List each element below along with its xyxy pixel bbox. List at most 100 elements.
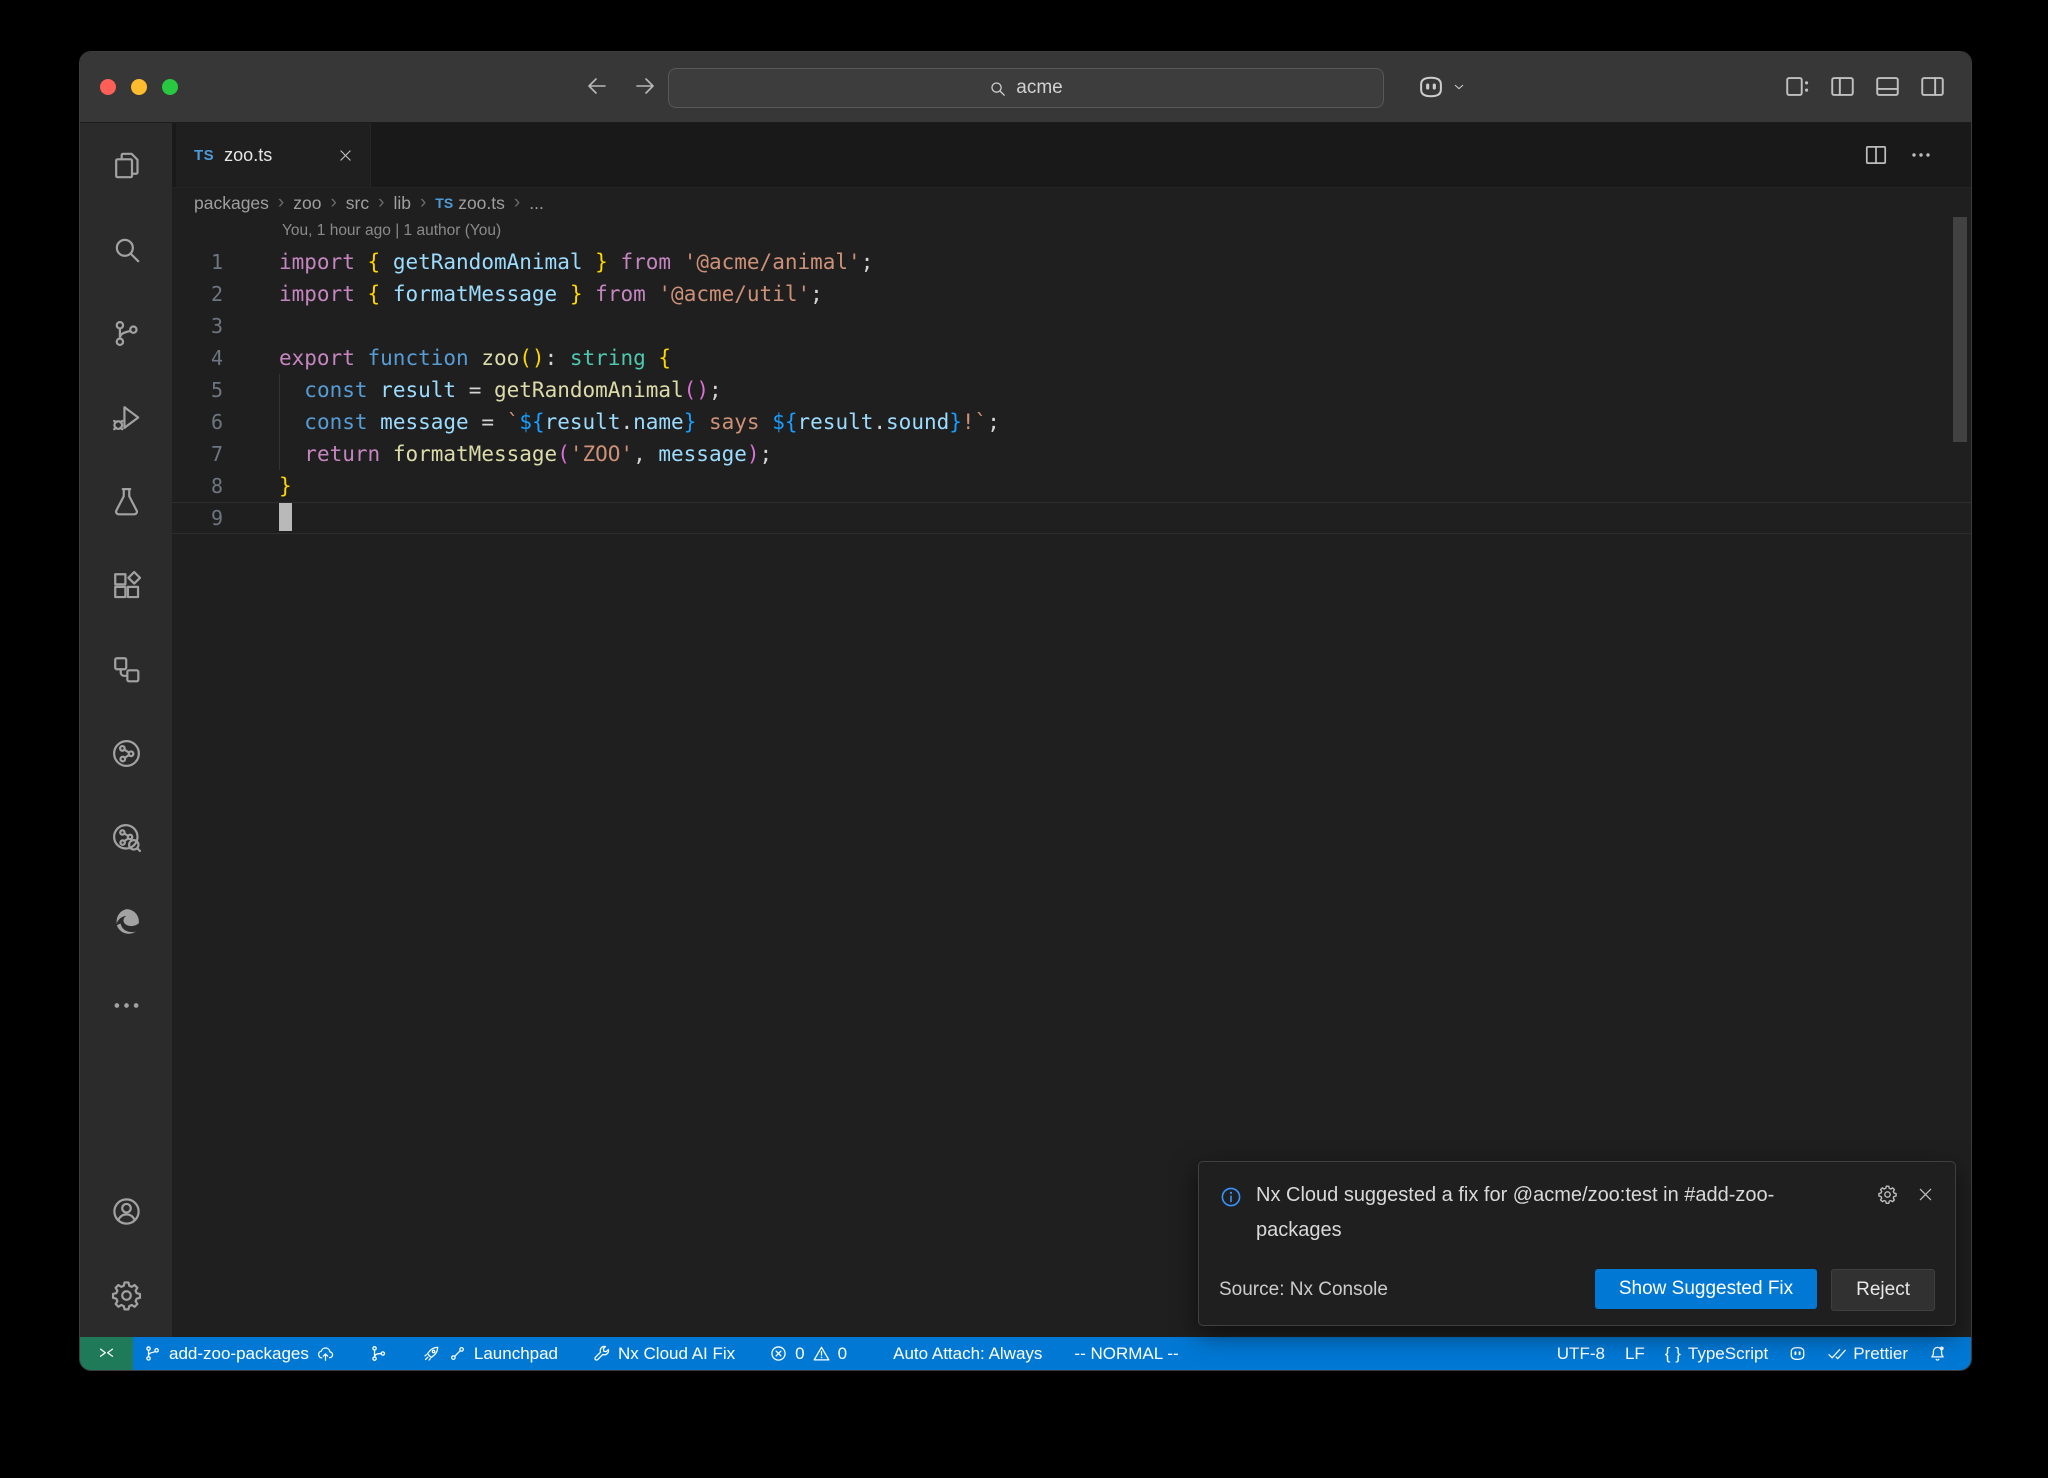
line-number[interactable]: 8 xyxy=(172,470,223,502)
code-line[interactable]: 5 const result = getRandomAnimal(); xyxy=(172,374,1971,406)
double-check-icon xyxy=(1827,1344,1846,1363)
activitybar-item-search[interactable] xyxy=(80,207,172,291)
activitybar-item-additional-views[interactable] xyxy=(80,963,172,1047)
command-center-search[interactable]: acme xyxy=(668,68,1384,108)
editor-scrollbar[interactable] xyxy=(1953,217,1967,442)
status-item-formatter[interactable]: Prettier xyxy=(1817,1337,1918,1370)
code-line[interactable]: 3 xyxy=(172,310,1971,342)
line-number[interactable]: 9 xyxy=(172,502,223,534)
copilot-menu[interactable] xyxy=(1416,72,1467,102)
line-number[interactable]: 3 xyxy=(172,310,223,342)
history-nav xyxy=(585,74,657,98)
line-number[interactable]: 7 xyxy=(172,438,223,470)
code-line[interactable]: 9 xyxy=(172,502,1971,534)
zoom-window-button[interactable] xyxy=(162,79,178,95)
breadcrumb-label: lib xyxy=(393,193,411,214)
notification-close-icon[interactable] xyxy=(1916,1184,1935,1205)
breadcrumb-item[interactable]: TSzoo.ts xyxy=(435,193,505,214)
customize-layout-icon[interactable] xyxy=(1783,72,1812,101)
code-line[interactable]: 2import { formatMessage } from '@acme/ut… xyxy=(172,278,1971,310)
code-text: return formatMessage('ZOO', message); xyxy=(223,438,772,470)
status-item-encoding[interactable]: UTF-8 xyxy=(1547,1337,1615,1370)
copilot-icon xyxy=(1416,72,1446,102)
status-item-vim-mode[interactable]: -- NORMAL -- xyxy=(1064,1337,1188,1370)
activitybar-item-settings[interactable] xyxy=(80,1253,172,1337)
panel-bottom-icon[interactable] xyxy=(1873,72,1902,101)
status-item-language-mode[interactable]: { }TypeScript xyxy=(1655,1337,1778,1370)
status-left-items: add-zoo-packages Launchpad Nx Cloud AI Fix… xyxy=(133,1337,1189,1370)
code-line[interactable]: 1import { getRandomAnimal } from '@acme/… xyxy=(172,246,1971,278)
code-line[interactable]: 4export function zoo(): string { xyxy=(172,342,1971,374)
typescript-file-icon: TS xyxy=(194,147,214,164)
window-controls xyxy=(100,79,178,95)
status-item-eol[interactable]: LF xyxy=(1615,1337,1655,1370)
code-text: import { getRandomAnimal } from '@acme/a… xyxy=(223,246,873,278)
line-number[interactable]: 2 xyxy=(172,278,223,310)
status-item-launchpad[interactable]: Launchpad xyxy=(412,1337,568,1370)
vscode-window: acme TS zoo.ts packages›zoo›src›lib xyxy=(79,51,1972,1371)
minimize-window-button[interactable] xyxy=(131,79,147,95)
line-number[interactable]: 6 xyxy=(172,406,223,438)
status-item-nx-cloud-ai-fix[interactable]: Nx Cloud AI Fix xyxy=(582,1337,745,1370)
notification-source: Source: Nx Console xyxy=(1219,1279,1388,1301)
line-number[interactable]: 1 xyxy=(172,246,223,278)
activitybar-item-testing[interactable] xyxy=(80,459,172,543)
search-icon xyxy=(110,233,143,266)
breadcrumb-item[interactable]: lib xyxy=(393,193,411,214)
activitybar-item-project-view[interactable] xyxy=(80,627,172,711)
activitybar-item-accounts[interactable] xyxy=(80,1169,172,1253)
status-item-label: 0 xyxy=(795,1344,804,1364)
status-item-problems[interactable]: 00 xyxy=(759,1337,857,1370)
extensions-icon xyxy=(110,569,143,602)
rocket-icon xyxy=(422,1344,441,1363)
breadcrumb-item[interactable]: zoo xyxy=(293,193,321,214)
breadcrumb-item[interactable]: src xyxy=(346,193,369,214)
code-line[interactable]: 7 return formatMessage('ZOO', message); xyxy=(172,438,1971,470)
status-item-remote-indicator[interactable] xyxy=(80,1337,133,1370)
code-line[interactable]: 8} xyxy=(172,470,1971,502)
activitybar-item-nx-cloud[interactable] xyxy=(80,795,172,879)
activitybar-item-extensions[interactable] xyxy=(80,543,172,627)
code-line[interactable]: 6 const message = `${result.name} says $… xyxy=(172,406,1971,438)
breadcrumb-item[interactable]: ... xyxy=(529,193,544,214)
line-number[interactable]: 5 xyxy=(172,374,223,406)
editor-actions xyxy=(1863,123,1971,187)
close-window-button[interactable] xyxy=(100,79,116,95)
close-tab-icon[interactable] xyxy=(337,147,354,164)
back-arrow-icon[interactable] xyxy=(585,74,609,98)
edge-icon xyxy=(110,905,143,938)
breadcrumb-item[interactable]: packages xyxy=(194,193,269,214)
status-item-source-control-graph[interactable] xyxy=(359,1337,398,1370)
activitybar-item-source-control[interactable] xyxy=(80,291,172,375)
activitybar-item-run-and-debug[interactable] xyxy=(80,375,172,459)
code-text: const result = getRandomAnimal(); xyxy=(223,374,722,406)
layout-controls xyxy=(1783,72,1947,101)
split-editor-icon[interactable] xyxy=(1863,142,1889,168)
typescript-file-icon: TS xyxy=(435,195,453,211)
activitybar-item-edge-tools[interactable] xyxy=(80,879,172,963)
wrench-icon xyxy=(592,1344,611,1363)
info-icon xyxy=(1219,1178,1243,1209)
status-item-auto-attach[interactable]: Auto Attach: Always xyxy=(883,1337,1052,1370)
code-text: export function zoo(): string { xyxy=(223,342,671,374)
status-item-copilot[interactable] xyxy=(1778,1337,1817,1370)
sidebar-left-icon[interactable] xyxy=(1828,72,1857,101)
activitybar-item-explorer[interactable] xyxy=(80,123,172,207)
forward-arrow-icon[interactable] xyxy=(633,74,657,98)
status-item-label: Auto Attach: Always xyxy=(893,1344,1042,1364)
sidebar-right-icon[interactable] xyxy=(1918,72,1947,101)
breadcrumb-label: src xyxy=(346,193,369,214)
show-suggested-fix-button[interactable]: Show Suggested Fix xyxy=(1595,1269,1817,1309)
status-item-branch-publish[interactable]: add-zoo-packages xyxy=(133,1337,345,1370)
status-item-notifications[interactable] xyxy=(1918,1337,1957,1370)
line-number[interactable]: 4 xyxy=(172,342,223,374)
reject-button[interactable]: Reject xyxy=(1831,1269,1935,1311)
branch-small-icon xyxy=(448,1344,467,1363)
nx-cloud-icon xyxy=(110,821,143,854)
more-actions-icon[interactable] xyxy=(1909,143,1933,167)
activitybar-item-nx-console[interactable] xyxy=(80,711,172,795)
code-text xyxy=(223,502,292,534)
notification-settings-gear-icon[interactable] xyxy=(1877,1184,1898,1205)
tab-zoo-ts[interactable]: TS zoo.ts xyxy=(176,123,371,187)
tab-label: zoo.ts xyxy=(224,145,327,166)
